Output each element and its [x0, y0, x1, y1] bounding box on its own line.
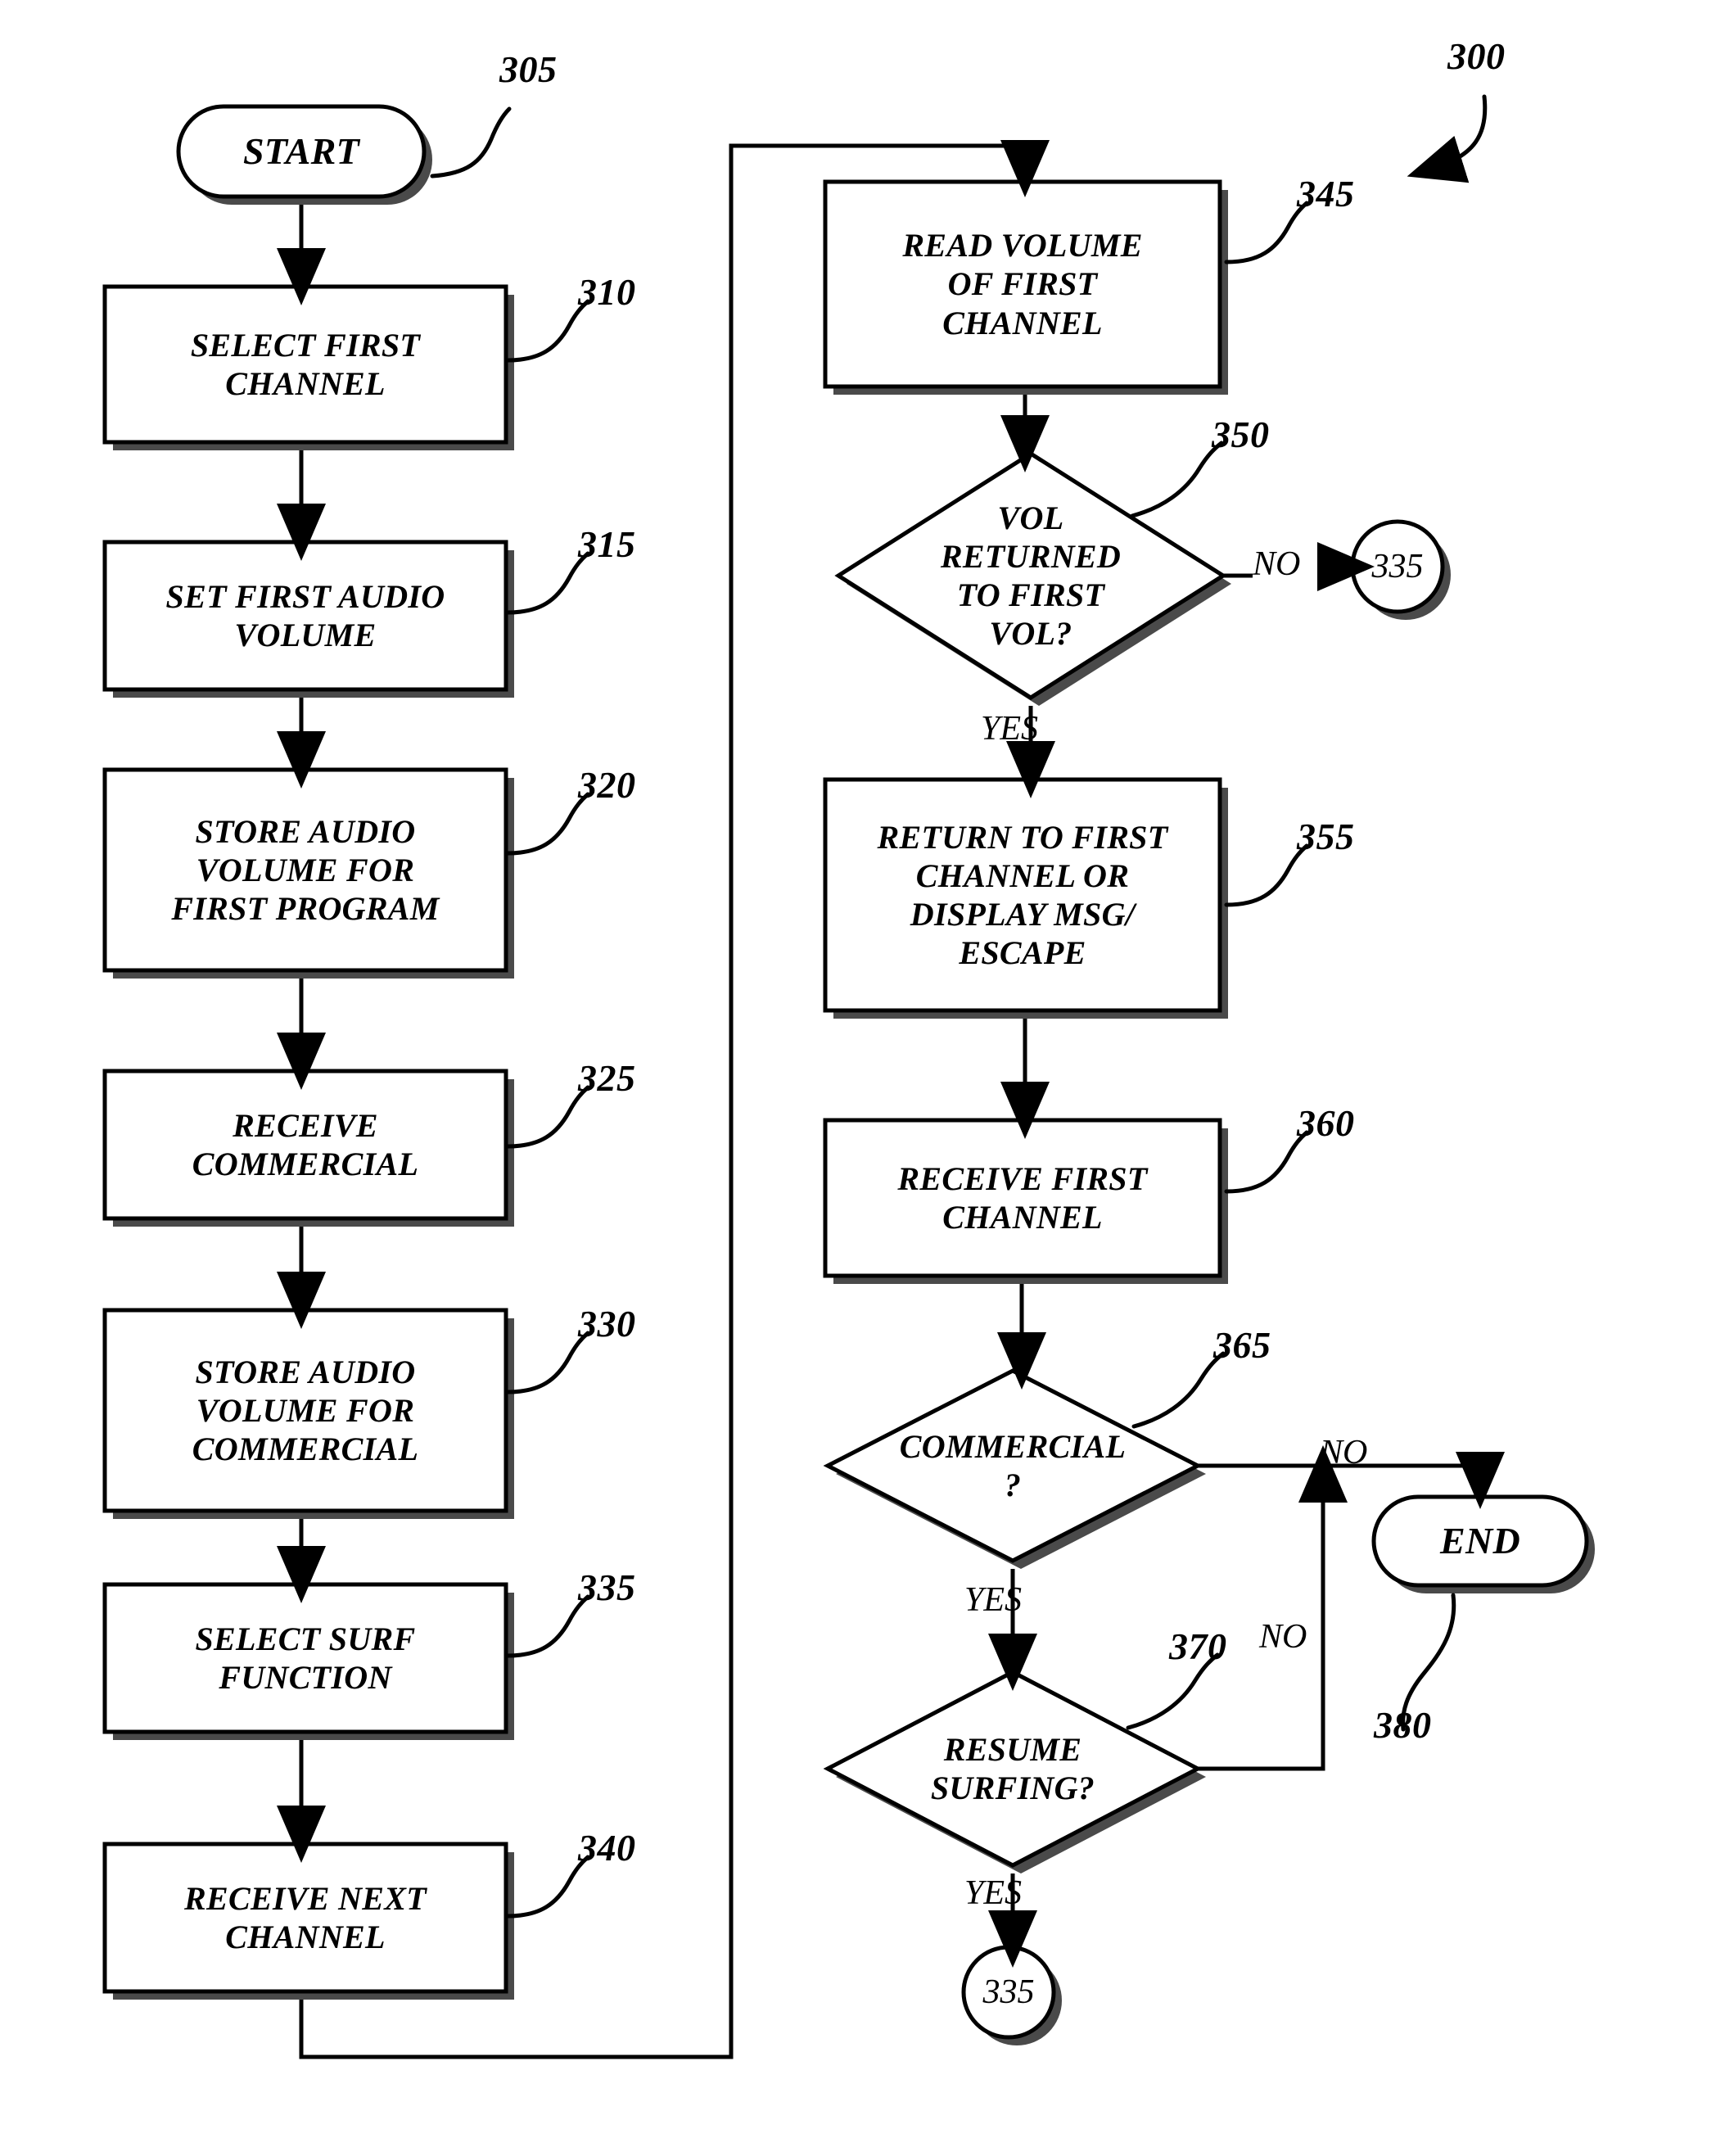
- ref-numeral-300: 300: [1447, 35, 1506, 77]
- ref-numeral-360: 360: [1297, 1102, 1355, 1144]
- ref-numeral-340: 340: [578, 1827, 636, 1869]
- ref-numeral-315: 315: [578, 523, 636, 565]
- ref-numeral-345: 345: [1297, 173, 1355, 215]
- ref-numeral-325: 325: [578, 1057, 636, 1099]
- ref-numeral-330: 330: [578, 1303, 636, 1345]
- ref-numeral-350: 350: [1212, 414, 1270, 455]
- ref-numeral-355: 355: [1297, 816, 1355, 857]
- ref-numeral-370: 370: [1169, 1625, 1227, 1667]
- ref-numeral-380: 380: [1374, 1704, 1432, 1746]
- reference-leader-lines: [430, 94, 1488, 1919]
- ref-numeral-305: 305: [499, 48, 558, 90]
- patent-flowchart-figure: START SELECT FIRST CHANNEL SET FIRST AUDI…: [0, 0, 1734, 2156]
- ref-numeral-320: 320: [578, 764, 636, 806]
- ref-numeral-335-left: 335: [578, 1566, 636, 1608]
- ref-numeral-365: 365: [1213, 1324, 1271, 1366]
- ref-numeral-310: 310: [578, 271, 636, 313]
